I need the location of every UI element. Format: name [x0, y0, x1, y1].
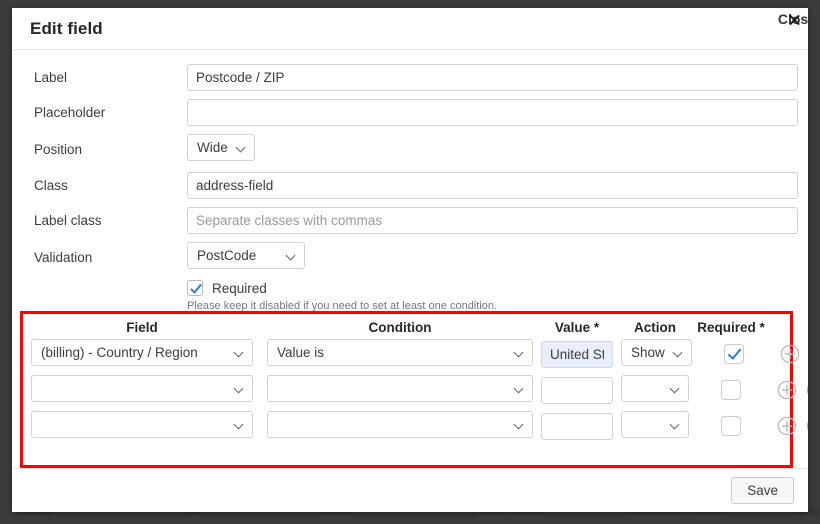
conditions-table: Field Condition Value * Action Required … — [23, 314, 808, 441]
condition-row: (billing) - Country / Region Value is Sh… — [31, 339, 800, 369]
class-input[interactable] — [187, 172, 798, 199]
modal-header: Edit field Close — [12, 8, 808, 50]
add-condition-icon[interactable] — [777, 416, 797, 436]
condition-field-select[interactable] — [31, 411, 253, 438]
condition-required-checkbox[interactable] — [721, 380, 741, 400]
form-row-class: Class — [34, 172, 798, 199]
edit-field-modal: Edit field Close Label Placeholder Posit… — [12, 8, 808, 512]
close-button[interactable]: Close — [778, 11, 808, 27]
label-class-field-label: Label class — [34, 213, 102, 228]
form-row-label-class: Label class — [34, 207, 798, 234]
column-header-required: Required * — [697, 320, 765, 335]
chevron-down-icon — [515, 385, 524, 394]
column-header-value: Value * — [554, 320, 600, 335]
validation-field-label: Validation — [34, 249, 93, 265]
validation-select-value: PostCode — [197, 248, 257, 263]
edit-field-form: Label Placeholder Position Wide Class — [12, 50, 808, 330]
condition-value-input[interactable] — [541, 376, 613, 404]
position-select[interactable]: Wide — [187, 134, 255, 161]
conditions-table-header: Field Condition Value * Action Required … — [31, 320, 782, 339]
remove-condition-icon[interactable] — [806, 380, 808, 400]
form-row-label: Label — [34, 64, 798, 91]
chevron-down-icon — [237, 144, 246, 153]
condition-operator-select[interactable] — [267, 375, 533, 402]
condition-required-checkbox[interactable] — [723, 344, 744, 364]
modal-footer: Save — [12, 468, 808, 512]
condition-field-value: (billing) - Country / Region — [41, 345, 198, 360]
required-checkbox[interactable] — [187, 280, 203, 296]
position-field-label: Position — [34, 141, 83, 157]
condition-value-input[interactable] — [541, 340, 613, 368]
condition-operator-select[interactable] — [267, 411, 533, 438]
condition-required-checkbox[interactable] — [721, 416, 741, 436]
label-class-input[interactable] — [187, 207, 798, 234]
form-row-position: Position Wide — [34, 134, 798, 164]
label-input[interactable] — [187, 64, 798, 91]
close-icon[interactable] — [788, 13, 801, 26]
chevron-down-icon — [671, 421, 680, 430]
validation-select[interactable]: PostCode — [187, 242, 305, 269]
condition-row — [31, 375, 808, 405]
save-button[interactable]: Save — [731, 477, 794, 504]
chevron-down-icon — [235, 349, 244, 358]
form-row-placeholder: Placeholder — [34, 99, 798, 126]
condition-field-select[interactable] — [31, 375, 253, 402]
form-row-validation: Validation PostCode — [34, 242, 798, 272]
remove-condition-icon[interactable] — [806, 416, 808, 436]
condition-action-value: Show — [631, 345, 665, 360]
placeholder-input[interactable] — [187, 99, 798, 126]
condition-value-input[interactable] — [541, 412, 613, 440]
conditions-highlight-box: Field Condition Value * Action Required … — [20, 311, 808, 468]
column-header-actions — [771, 320, 808, 335]
condition-action-select[interactable]: Show — [621, 339, 692, 366]
page-title: Edit field — [30, 18, 103, 38]
required-checkbox-row[interactable]: Required — [187, 280, 798, 296]
condition-operator-select[interactable]: Value is — [267, 339, 533, 366]
condition-action-select[interactable] — [621, 375, 689, 402]
column-header-condition: Condition — [368, 320, 432, 335]
chevron-down-icon — [515, 349, 524, 358]
add-condition-icon[interactable] — [777, 380, 797, 400]
column-header-field: Field — [126, 320, 158, 335]
add-condition-icon[interactable] — [780, 344, 800, 364]
position-select-value: Wide — [197, 140, 228, 155]
condition-operator-value: Value is — [277, 345, 325, 360]
label-field-label: Label — [34, 70, 68, 85]
column-header-action: Action — [634, 320, 676, 335]
condition-action-select[interactable] — [621, 411, 689, 438]
chevron-down-icon — [235, 385, 244, 394]
class-field-label: Class — [34, 178, 68, 193]
chevron-down-icon — [674, 349, 683, 358]
required-checkbox-label: Required — [212, 280, 267, 296]
chevron-down-icon — [235, 421, 244, 430]
condition-row — [31, 411, 808, 441]
chevron-down-icon — [671, 385, 680, 394]
placeholder-field-label: Placeholder — [34, 105, 106, 120]
chevron-down-icon — [515, 421, 524, 430]
condition-field-select[interactable]: (billing) - Country / Region — [31, 339, 253, 366]
chevron-down-icon — [287, 252, 296, 261]
